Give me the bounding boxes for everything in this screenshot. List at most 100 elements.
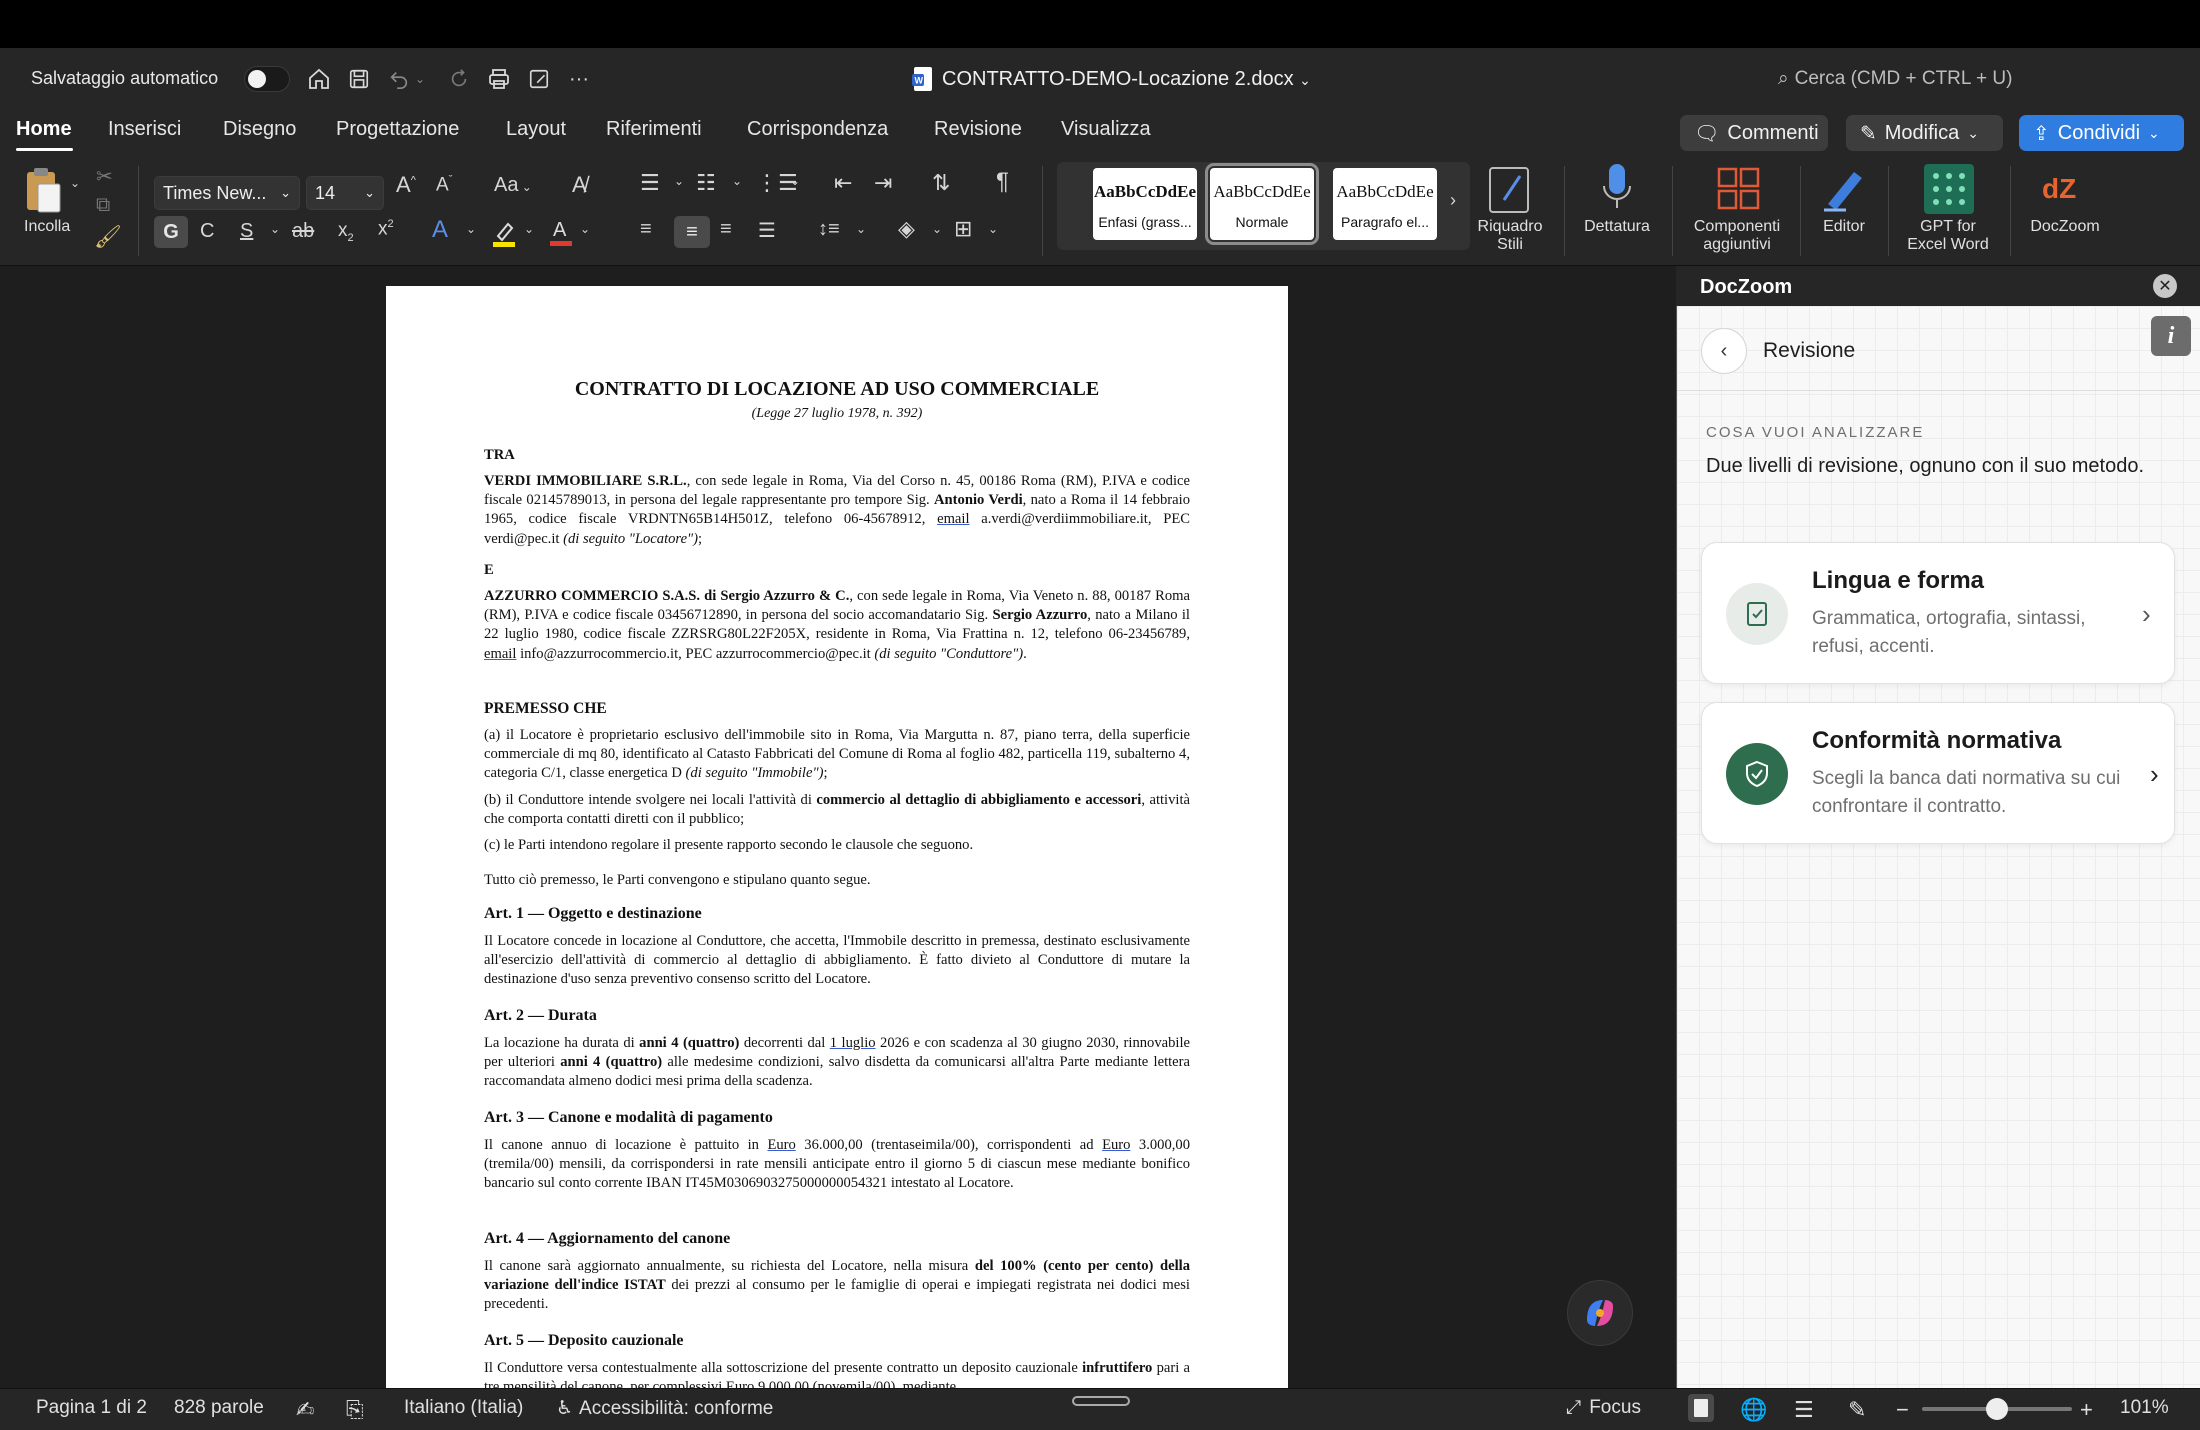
- style-normal[interactable]: AaBbCcDdEe Normale: [1205, 163, 1319, 245]
- card-language-form[interactable]: Lingua e forma Grammatica, ortografia, s…: [1701, 542, 2175, 684]
- strikethrough-icon[interactable]: ab: [292, 220, 314, 243]
- decrease-indent-icon[interactable]: ⇤: [834, 170, 852, 196]
- zoom-slider-handle[interactable]: [1986, 1398, 2008, 1420]
- align-left-icon[interactable]: ≡: [640, 218, 652, 241]
- chevron-down-icon[interactable]: ⌄: [674, 174, 684, 188]
- font-size-dropdown[interactable]: 14 ⌄: [306, 176, 384, 210]
- accessibility-status[interactable]: ♿ Accessibilità: conforme: [556, 1397, 773, 1420]
- change-case-icon[interactable]: Aa ⌄: [494, 174, 532, 197]
- editor-icon[interactable]: [1820, 164, 1868, 214]
- web-layout-icon[interactable]: 🌐: [1740, 1397, 1767, 1423]
- tab-review[interactable]: Revisione: [934, 118, 1022, 141]
- print-icon[interactable]: [484, 64, 514, 94]
- window-handle[interactable]: [1072, 1396, 1130, 1406]
- microphone-icon[interactable]: [1600, 162, 1634, 214]
- save-as-icon[interactable]: [524, 64, 554, 94]
- document-title[interactable]: CONTRATTO-DEMO-Locazione 2.docx ⌄: [942, 68, 1311, 91]
- tab-layout[interactable]: Layout: [506, 118, 566, 141]
- chevron-down-icon[interactable]: ⌄: [790, 174, 800, 188]
- line-spacing-icon[interactable]: ↕≡: [818, 218, 840, 241]
- grow-font-icon[interactable]: A^: [396, 172, 416, 198]
- shading-icon[interactable]: ◈: [898, 216, 915, 242]
- autosave-toggle[interactable]: [244, 66, 290, 92]
- language-status[interactable]: Italiano (Italia): [404, 1397, 523, 1419]
- tab-draw[interactable]: Disegno: [223, 118, 296, 141]
- tab-home[interactable]: Home: [16, 118, 72, 141]
- zoom-slider[interactable]: [1922, 1398, 2072, 1420]
- increase-indent-icon[interactable]: ⇥: [874, 170, 892, 196]
- clear-formatting-icon[interactable]: A̸: [572, 172, 587, 198]
- bold-button[interactable]: G: [154, 216, 188, 248]
- print-layout-icon[interactable]: [1688, 1394, 1714, 1422]
- tab-design[interactable]: Progettazione: [336, 118, 459, 141]
- align-center-icon[interactable]: ≡: [674, 216, 710, 248]
- save-icon[interactable]: [344, 64, 374, 94]
- style-emphasis[interactable]: AaBbCcDdEe Enfasi (grass...: [1093, 168, 1197, 240]
- chevron-down-icon[interactable]: ⌄: [70, 176, 80, 190]
- cut-icon[interactable]: ✂: [96, 164, 113, 189]
- font-name-dropdown[interactable]: Times New... ⌄: [154, 176, 300, 210]
- copilot-button[interactable]: [1567, 1280, 1633, 1346]
- search-box[interactable]: ⌕ Cerca (CMD + CTRL + U): [1778, 68, 2012, 90]
- document-page[interactable]: CONTRATTO DI LOCAZIONE AD USO COMMERCIAL…: [386, 286, 1288, 1388]
- format-painter-icon[interactable]: 🖌: [94, 224, 122, 250]
- tab-insert[interactable]: Inserisci: [108, 118, 181, 141]
- edit-mode-button[interactable]: ✎ Modifica ⌄: [1846, 115, 2003, 151]
- subscript-icon[interactable]: x2: [338, 220, 354, 244]
- tab-references[interactable]: Riferimenti: [606, 118, 702, 141]
- addins-icon[interactable]: [1716, 166, 1762, 212]
- superscript-icon[interactable]: x2: [378, 218, 394, 240]
- font-color-icon[interactable]: A: [548, 216, 574, 248]
- proofing-icon[interactable]: ✍: [296, 1397, 314, 1423]
- close-icon[interactable]: ✕: [2153, 274, 2177, 298]
- chevron-down-icon[interactable]: ⌄: [580, 222, 590, 236]
- italic-button[interactable]: C: [200, 220, 214, 243]
- text-effects-icon[interactable]: A: [432, 216, 448, 244]
- gpt-addin-icon[interactable]: [1924, 164, 1974, 214]
- undo-icon[interactable]: [384, 64, 414, 94]
- chevron-down-icon[interactable]: ⌄: [524, 222, 534, 236]
- chevron-down-icon[interactable]: ⌄: [988, 222, 998, 236]
- tab-view[interactable]: Visualizza: [1061, 118, 1151, 141]
- chevron-down-icon[interactable]: ⌄: [856, 222, 866, 236]
- focus-button[interactable]: ⤢ Focus: [1566, 1397, 1641, 1419]
- undo-dropdown-icon[interactable]: ⌄: [412, 64, 428, 94]
- style-list-paragraph[interactable]: AaBbCcDdEe Paragrafo el...: [1333, 168, 1437, 240]
- track-changes-icon[interactable]: ⎘: [346, 1397, 364, 1423]
- sort-icon[interactable]: ⇅: [932, 170, 950, 196]
- show-marks-icon[interactable]: ¶: [996, 168, 1009, 196]
- zoom-out-icon[interactable]: −: [1896, 1397, 1909, 1423]
- chevron-down-icon[interactable]: ⌄: [732, 174, 742, 188]
- gallery-more-icon[interactable]: ›: [1450, 190, 1456, 211]
- page-count[interactable]: Pagina 1 di 2: [36, 1397, 147, 1419]
- info-icon[interactable]: i: [2151, 316, 2191, 356]
- bullets-icon[interactable]: ☰: [640, 170, 660, 196]
- card-regulatory-compliance[interactable]: Conformità normativa Scegli la banca dat…: [1701, 702, 2175, 844]
- word-count[interactable]: 828 parole: [174, 1397, 264, 1419]
- doczoom-logo-icon[interactable]: dZ: [2040, 168, 2090, 208]
- tab-mailings[interactable]: Corrispondenza: [747, 118, 888, 141]
- numbering-icon[interactable]: ☷: [696, 170, 716, 196]
- styles-pane-icon[interactable]: [1486, 164, 1534, 214]
- highlight-color-icon[interactable]: [490, 218, 518, 248]
- justify-icon[interactable]: ☰: [758, 218, 776, 243]
- redo-icon[interactable]: [444, 64, 474, 94]
- shrink-font-icon[interactable]: Aˇ: [436, 174, 452, 196]
- borders-icon[interactable]: ⊞: [954, 216, 972, 242]
- zoom-in-icon[interactable]: +: [2080, 1397, 2093, 1423]
- clipboard-icon[interactable]: [24, 166, 64, 214]
- share-button[interactable]: ⇪ Condividi ⌄: [2019, 115, 2184, 151]
- draft-view-icon[interactable]: ✎: [1848, 1397, 1866, 1423]
- outline-view-icon[interactable]: ☰: [1794, 1397, 1814, 1423]
- copy-icon[interactable]: ⧉: [96, 194, 110, 217]
- chevron-down-icon[interactable]: ⌄: [270, 222, 280, 236]
- underline-button[interactable]: S: [240, 220, 253, 243]
- home-icon[interactable]: [304, 64, 334, 94]
- back-button[interactable]: ‹: [1701, 328, 1747, 374]
- comments-button[interactable]: 🗨 Commenti: [1680, 115, 1828, 151]
- chevron-down-icon[interactable]: ⌄: [932, 222, 942, 236]
- zoom-level[interactable]: 101%: [2120, 1397, 2169, 1419]
- more-icon[interactable]: ···: [564, 64, 594, 94]
- chevron-down-icon[interactable]: ⌄: [466, 222, 476, 236]
- align-right-icon[interactable]: ≡: [720, 218, 732, 241]
